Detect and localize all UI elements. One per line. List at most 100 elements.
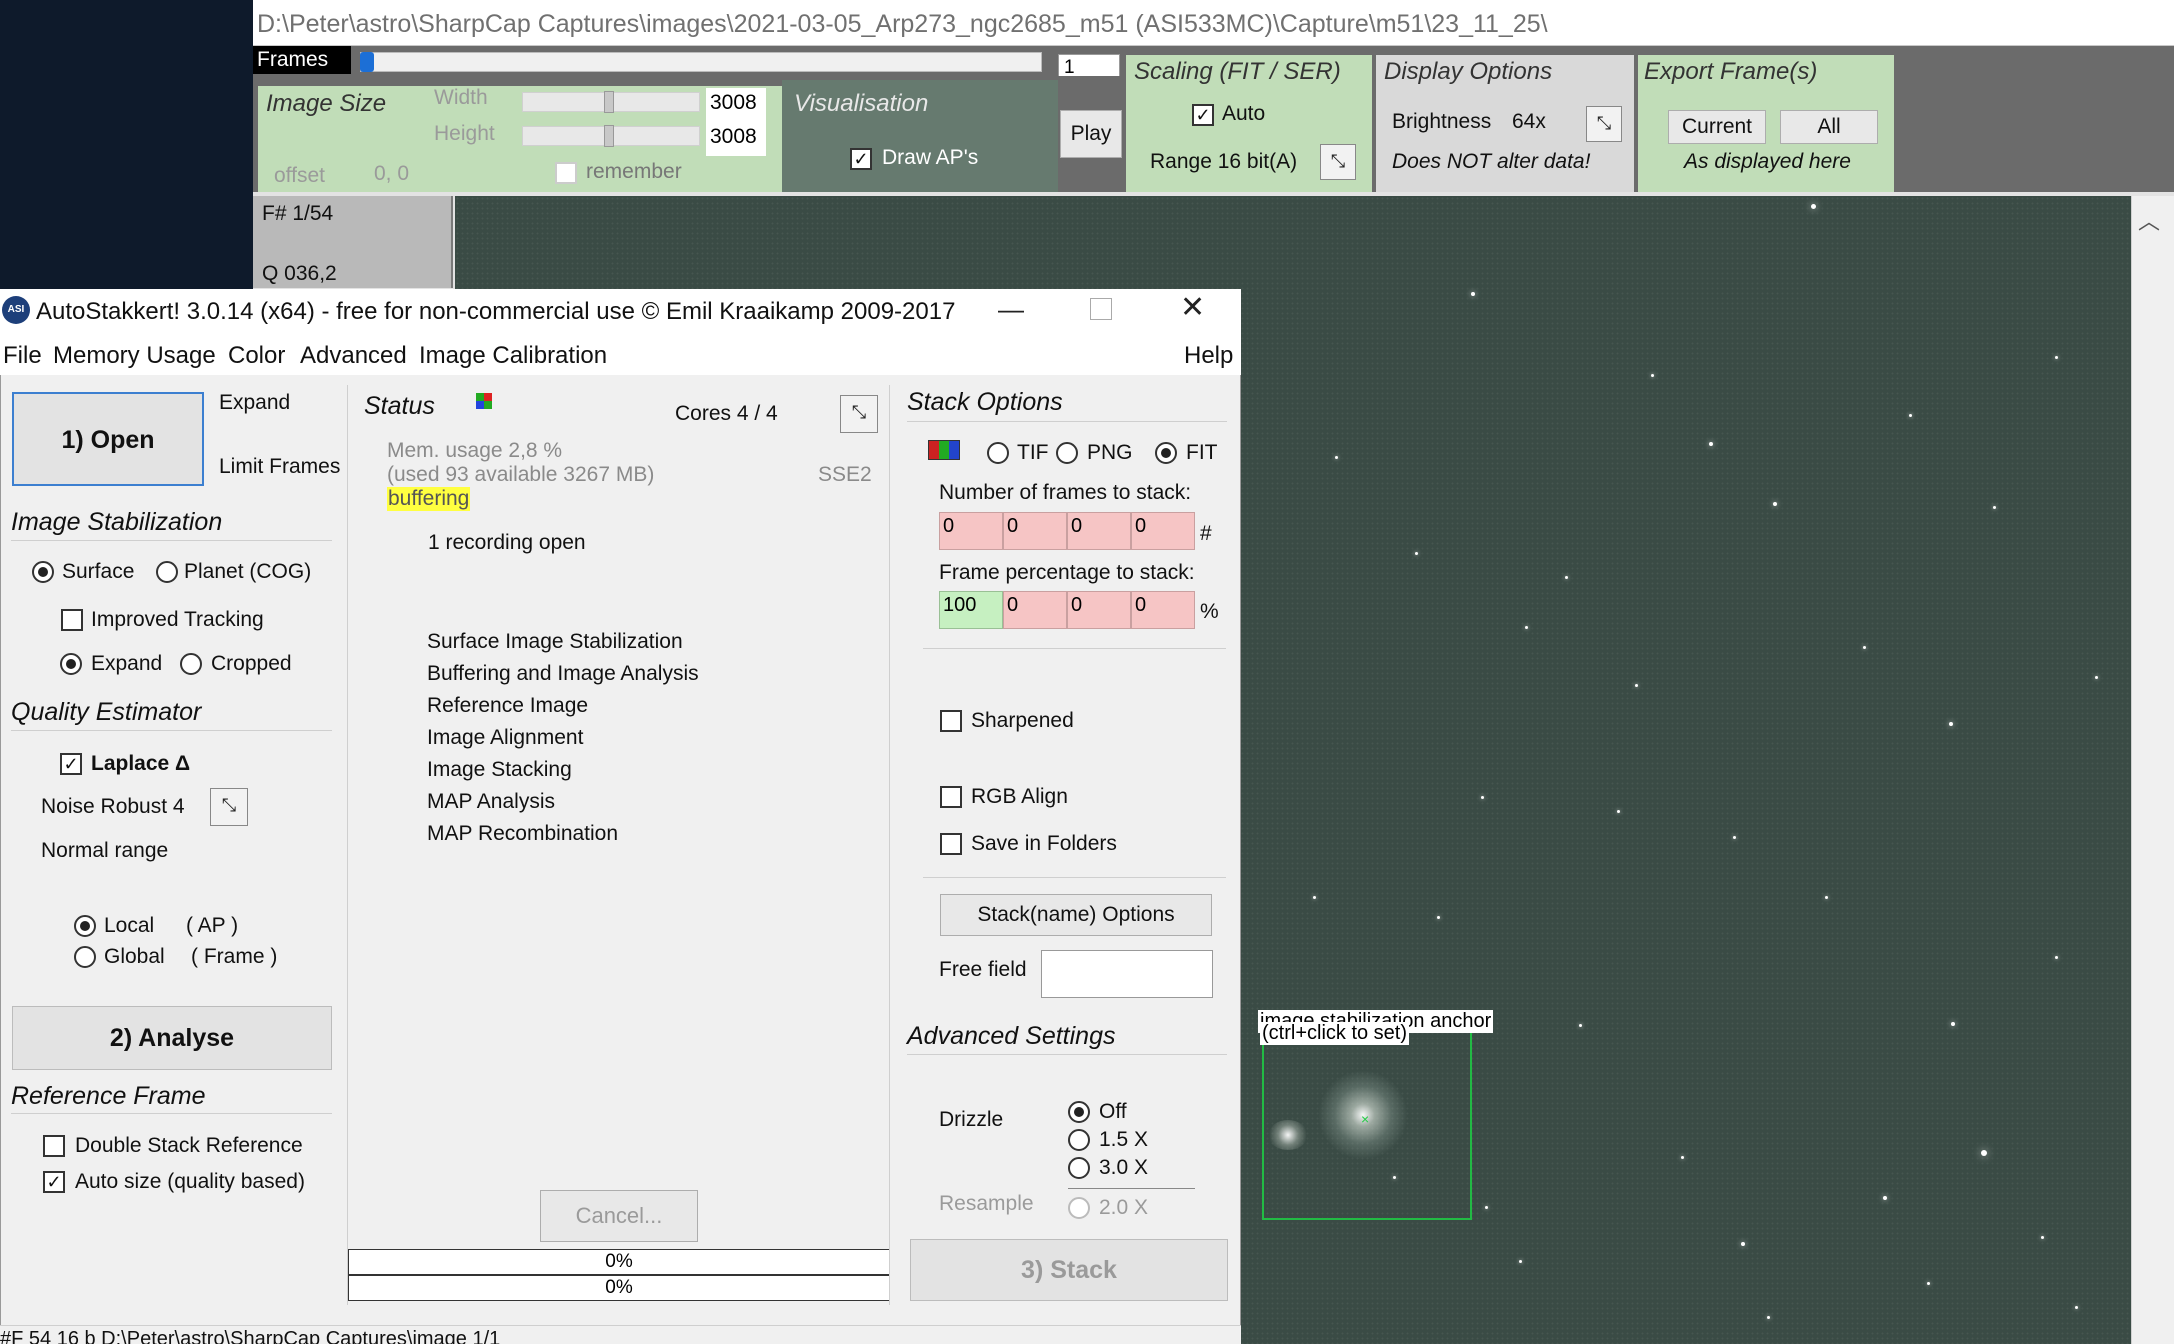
sharpened-label: Sharpened — [971, 709, 1074, 732]
star — [1927, 1282, 1930, 1285]
play-button[interactable]: Play — [1060, 110, 1122, 158]
menu-color[interactable]: Color — [228, 342, 285, 370]
drizzle-off-label: Off — [1099, 1100, 1127, 1123]
percentage-to-stack-1[interactable]: 100 — [939, 591, 1003, 629]
cores-adjust-icon[interactable]: ⤡ — [840, 395, 878, 433]
resample-2x-radio[interactable] — [1068, 1197, 1090, 1219]
frames-to-stack-4[interactable]: 0 — [1131, 512, 1195, 550]
normal-range-label: Normal range — [41, 839, 169, 862]
png-radio[interactable] — [1056, 442, 1078, 464]
status-bar-text: #F 54 16 b D:\Peter\astro\SharpCap Captu… — [0, 1328, 501, 1344]
expand-option[interactable]: Expand — [219, 391, 290, 415]
divider — [11, 1113, 332, 1114]
cancel-button[interactable]: Cancel... — [540, 1190, 698, 1242]
height-value[interactable]: 3008 — [706, 122, 766, 156]
height-slider-thumb[interactable] — [604, 125, 614, 147]
frames-to-stack-1[interactable]: 0 — [939, 512, 1003, 550]
analyse-button[interactable]: 2) Analyse — [12, 1006, 332, 1070]
frames-slider-thumb[interactable] — [360, 52, 374, 72]
export-current-button[interactable]: Current — [1668, 110, 1766, 144]
file-path-bar: D:\Peter\astro\SharpCap Captures\images\… — [253, 0, 2174, 46]
quality-estimator-title: Quality Estimator — [11, 698, 202, 726]
drizzle-off-radio[interactable] — [1068, 1101, 1090, 1123]
minimize-icon[interactable]: — — [998, 294, 1024, 325]
star — [2055, 956, 2058, 959]
double-stack-reference-checkbox[interactable] — [43, 1135, 65, 1157]
auto-scaling-label: Auto — [1222, 102, 1266, 125]
noise-robust-adjust-icon[interactable]: ⤡ — [210, 788, 248, 826]
percentage-to-stack-2[interactable]: 0 — [1003, 591, 1067, 629]
rgb-align-checkbox[interactable] — [940, 786, 962, 808]
menu-file[interactable]: File — [3, 342, 42, 370]
display-options-title: Display Options — [1384, 58, 1553, 85]
improved-tracking-checkbox[interactable] — [61, 609, 83, 631]
frames-to-stack-2[interactable]: 0 — [1003, 512, 1067, 550]
frames-slider[interactable] — [360, 52, 1042, 72]
color-mode-icon[interactable] — [928, 440, 960, 460]
star — [1651, 374, 1654, 377]
percentage-to-stack-3[interactable]: 0 — [1067, 591, 1131, 629]
auto-scaling-checkbox[interactable]: ✓ — [1192, 104, 1214, 126]
draw-aps-checkbox[interactable]: ✓ — [850, 148, 872, 170]
cropped-radio[interactable] — [180, 653, 202, 675]
width-value[interactable]: 3008 — [706, 88, 766, 122]
column-divider — [347, 385, 348, 1305]
anchor-marker-icon: × — [1361, 1111, 1370, 1127]
local-ap-label: ( AP ) — [186, 914, 239, 937]
memory-detail: (used 93 available 3267 MB) — [387, 463, 655, 486]
drizzle-3x-radio[interactable] — [1068, 1157, 1090, 1179]
divider — [923, 648, 1226, 649]
planet-cog-radio[interactable] — [156, 561, 178, 583]
star — [1335, 456, 1338, 459]
frames-unit: # — [1200, 522, 1212, 545]
local-ap-radio[interactable] — [74, 915, 96, 937]
width-label: Width — [434, 86, 488, 109]
frame-quality: Q 036,2 — [262, 262, 337, 285]
auto-size-checkbox[interactable]: ✓ — [43, 1171, 65, 1193]
percentage-to-stack-4[interactable]: 0 — [1131, 591, 1195, 629]
star — [1519, 1260, 1522, 1263]
frames-to-stack-3[interactable]: 0 — [1067, 512, 1131, 550]
divider — [923, 877, 1226, 878]
star — [1481, 796, 1484, 799]
menu-image-calibration[interactable]: Image Calibration — [419, 342, 607, 370]
close-icon[interactable]: ✕ — [1180, 290, 1205, 325]
expand-radio[interactable] — [60, 653, 82, 675]
limit-frames-option[interactable]: Limit Frames — [219, 455, 340, 479]
laplace-checkbox[interactable]: ✓ — [60, 753, 82, 775]
range-adjust-icon[interactable]: ⤡ — [1320, 144, 1356, 180]
sharpened-checkbox[interactable] — [940, 710, 962, 732]
surface-radio[interactable] — [32, 561, 54, 583]
menu-help[interactable]: Help — [1184, 342, 1233, 370]
star — [1485, 1206, 1488, 1209]
star — [2041, 1236, 2044, 1239]
divider — [1068, 1188, 1195, 1189]
brightness-adjust-icon[interactable]: ⤡ — [1586, 106, 1622, 142]
drizzle-label: Drizzle — [939, 1108, 1004, 1131]
remember-checkbox[interactable] — [555, 162, 577, 184]
maximize-icon[interactable] — [1090, 298, 1112, 320]
width-slider-thumb[interactable] — [604, 91, 614, 113]
png-label: PNG — [1087, 441, 1133, 464]
global-frame-radio[interactable] — [74, 946, 96, 968]
menu-memory-usage[interactable]: Memory Usage — [53, 342, 216, 370]
menu-advanced[interactable]: Advanced — [300, 342, 407, 370]
free-field-input[interactable] — [1041, 950, 1213, 998]
stackname-options-button[interactable]: Stack(name) Options — [940, 894, 1212, 936]
export-note: As displayed here — [1684, 150, 1851, 173]
stack-button[interactable]: 3) Stack — [910, 1239, 1228, 1301]
fit-radio[interactable] — [1155, 442, 1177, 464]
export-all-button[interactable]: All — [1780, 110, 1878, 144]
save-in-folders-checkbox[interactable] — [940, 833, 962, 855]
star — [1949, 722, 1953, 726]
window-title: AutoStakkert! 3.0.14 (x64) - free for no… — [36, 298, 956, 325]
scroll-up-icon[interactable]: ︿ — [2138, 204, 2160, 236]
tif-radio[interactable] — [987, 442, 1009, 464]
image-size-title: Image Size — [266, 90, 387, 117]
expand-radio-label: Expand — [91, 652, 163, 675]
star — [2075, 1306, 2078, 1309]
open-button[interactable]: 1) Open — [12, 392, 204, 486]
drizzle-1-5x-radio[interactable] — [1068, 1129, 1090, 1151]
star — [1471, 292, 1475, 296]
vertical-scrollbar[interactable] — [2131, 196, 2174, 1344]
